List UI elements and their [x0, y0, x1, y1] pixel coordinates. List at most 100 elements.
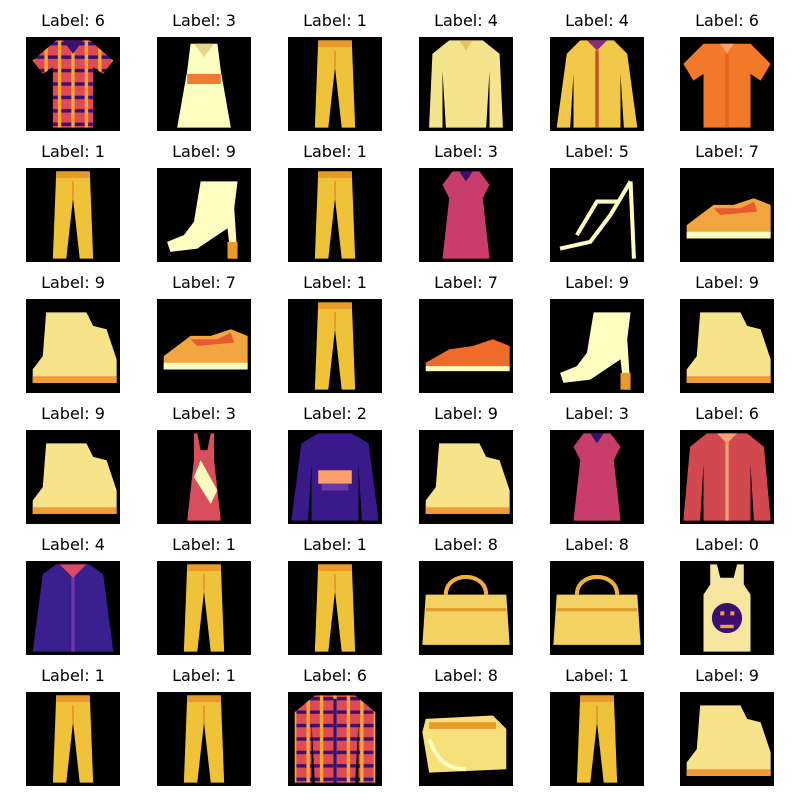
cell-title: Label: 1 [41, 666, 105, 685]
garment-image [157, 168, 251, 262]
garment-image [550, 561, 644, 655]
cell-title: Label: 2 [303, 404, 367, 423]
grid-cell: Label: 0 [680, 533, 774, 655]
garment-image [419, 561, 513, 655]
grid-cell: Label: 7 [680, 140, 774, 262]
grid-cell: Label: 6 [288, 664, 382, 786]
cell-title: Label: 1 [303, 535, 367, 554]
garment-image [26, 561, 120, 655]
grid-cell: Label: 4 [419, 9, 513, 131]
cell-title: Label: 1 [172, 535, 236, 554]
grid-cell: Label: 8 [419, 533, 513, 655]
cell-title: Label: 5 [565, 142, 629, 161]
cell-title: Label: 3 [565, 404, 629, 423]
grid-cell: Label: 1 [550, 664, 644, 786]
grid-cell: Label: 7 [157, 271, 251, 393]
garment-image [26, 692, 120, 786]
grid-cell: Label: 9 [26, 271, 120, 393]
grid-cell: Label: 1 [288, 533, 382, 655]
grid-cell: Label: 4 [26, 533, 120, 655]
garment-image [157, 561, 251, 655]
garment-image [26, 168, 120, 262]
garment-image [157, 299, 251, 393]
grid-cell: Label: 1 [288, 140, 382, 262]
grid-cell: Label: 8 [419, 664, 513, 786]
cell-title: Label: 8 [565, 535, 629, 554]
garment-image [680, 299, 774, 393]
cell-title: Label: 1 [565, 666, 629, 685]
garment-image [26, 37, 120, 131]
garment-image [680, 37, 774, 131]
garment-image [419, 37, 513, 131]
garment-image [680, 430, 774, 524]
garment-image [419, 299, 513, 393]
cell-title: Label: 4 [434, 11, 498, 30]
grid-cell: Label: 9 [26, 402, 120, 524]
grid-cell: Label: 3 [157, 402, 251, 524]
cell-title: Label: 8 [434, 666, 498, 685]
garment-image [419, 168, 513, 262]
garment-image [288, 561, 382, 655]
garment-image [419, 430, 513, 524]
cell-title: Label: 9 [434, 404, 498, 423]
garment-image [550, 168, 644, 262]
cell-title: Label: 6 [303, 666, 367, 685]
grid-cell: Label: 1 [26, 140, 120, 262]
cell-title: Label: 1 [41, 142, 105, 161]
garment-image [550, 430, 644, 524]
cell-title: Label: 9 [172, 142, 236, 161]
cell-title: Label: 9 [695, 273, 759, 292]
cell-title: Label: 7 [695, 142, 759, 161]
garment-image [288, 37, 382, 131]
cell-title: Label: 1 [303, 142, 367, 161]
grid-cell: Label: 6 [680, 9, 774, 131]
grid-cell: Label: 3 [550, 402, 644, 524]
cell-title: Label: 6 [695, 11, 759, 30]
garment-image [157, 37, 251, 131]
garment-image [680, 561, 774, 655]
cell-title: Label: 3 [434, 142, 498, 161]
garment-image [157, 692, 251, 786]
garment-image [680, 692, 774, 786]
cell-title: Label: 4 [41, 535, 105, 554]
grid-cell: Label: 1 [157, 664, 251, 786]
cell-title: Label: 9 [565, 273, 629, 292]
cell-title: Label: 7 [172, 273, 236, 292]
garment-image [26, 430, 120, 524]
garment-image [288, 692, 382, 786]
grid-cell: Label: 1 [288, 271, 382, 393]
cell-title: Label: 8 [434, 535, 498, 554]
garment-image [26, 299, 120, 393]
cell-title: Label: 7 [434, 273, 498, 292]
grid-cell: Label: 9 [550, 271, 644, 393]
cell-title: Label: 9 [41, 273, 105, 292]
cell-title: Label: 1 [303, 273, 367, 292]
cell-title: Label: 0 [695, 535, 759, 554]
grid-cell: Label: 9 [157, 140, 251, 262]
cell-title: Label: 4 [565, 11, 629, 30]
grid-cell: Label: 5 [550, 140, 644, 262]
cell-title: Label: 3 [172, 11, 236, 30]
cell-title: Label: 1 [303, 11, 367, 30]
grid-cell: Label: 1 [288, 9, 382, 131]
garment-image [288, 168, 382, 262]
grid-cell: Label: 3 [157, 9, 251, 131]
grid-cell: Label: 7 [419, 271, 513, 393]
grid-cell: Label: 1 [157, 533, 251, 655]
garment-image [550, 299, 644, 393]
garment-image [288, 299, 382, 393]
cell-title: Label: 6 [41, 11, 105, 30]
cell-title: Label: 1 [172, 666, 236, 685]
grid-cell: Label: 6 [680, 402, 774, 524]
cell-title: Label: 6 [695, 404, 759, 423]
grid-cell: Label: 6 [26, 9, 120, 131]
grid-cell: Label: 2 [288, 402, 382, 524]
grid-cell: Label: 1 [26, 664, 120, 786]
cell-title: Label: 9 [41, 404, 105, 423]
grid-cell: Label: 9 [680, 271, 774, 393]
garment-image [680, 168, 774, 262]
cell-title: Label: 3 [172, 404, 236, 423]
grid-cell: Label: 9 [419, 402, 513, 524]
grid-cell: Label: 3 [419, 140, 513, 262]
grid-cell: Label: 8 [550, 533, 644, 655]
